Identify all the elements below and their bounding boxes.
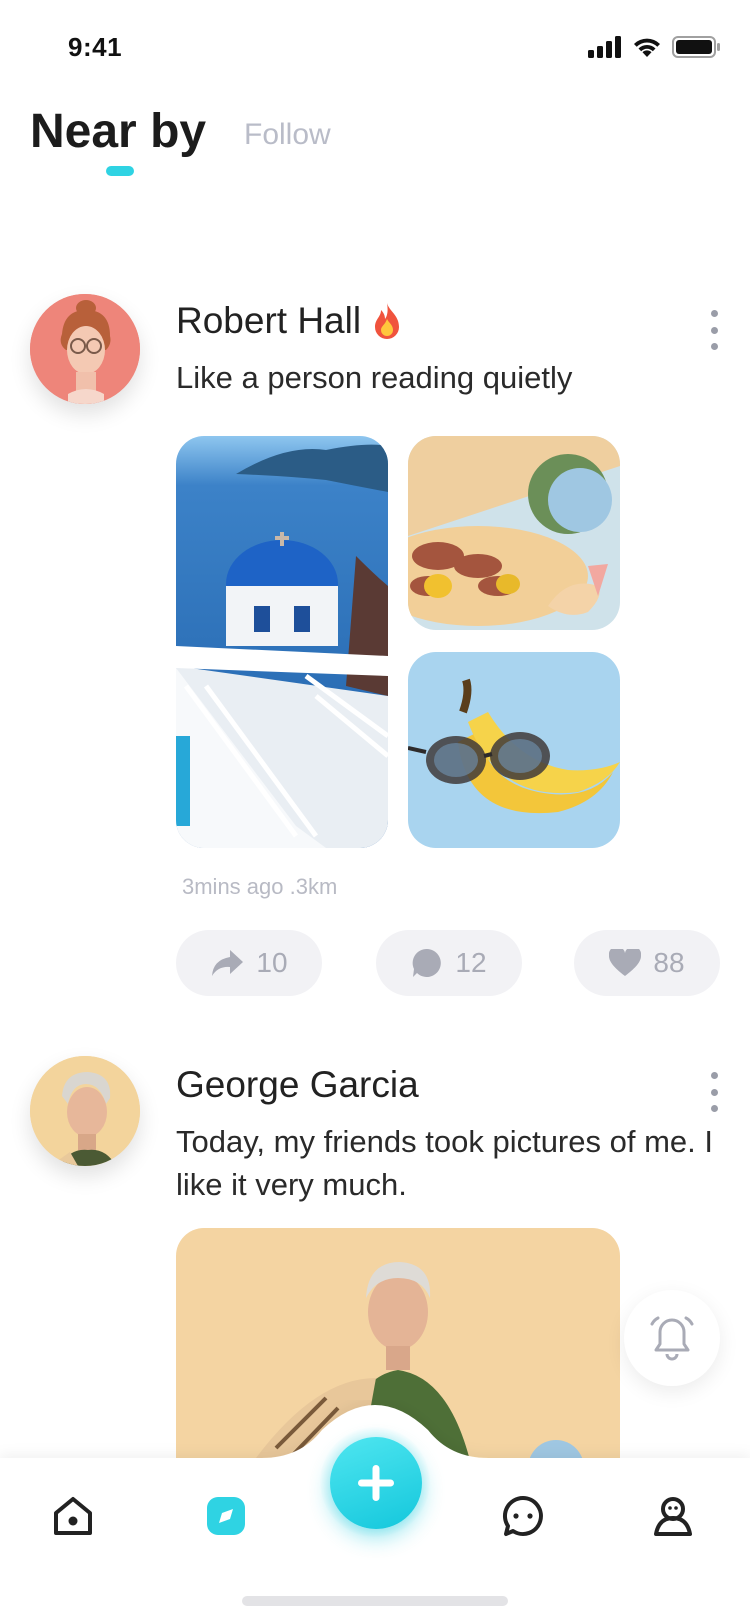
post-photo-banana[interactable] [408, 652, 620, 848]
photo-santorini-image [176, 436, 388, 848]
home-indicator [242, 1596, 508, 1606]
more-icon-dot [710, 1105, 718, 1112]
home-icon [54, 1497, 92, 1535]
more-icon-dot [710, 326, 718, 334]
tab-near-by[interactable]: Near by [30, 104, 206, 159]
more-icon [710, 1072, 718, 1079]
chat-icon [502, 1495, 543, 1536]
comment-button[interactable]: 12 [376, 930, 522, 996]
discover-icon [207, 1497, 245, 1535]
status-bar: 9:41 [0, 0, 750, 94]
like-button[interactable]: 88 [574, 930, 720, 996]
nav-home[interactable] [45, 1488, 101, 1544]
post-text: Today, my friends took pictures of me. I… [176, 1124, 713, 1202]
more-icon [710, 310, 718, 317]
like-count: 88 [653, 947, 685, 978]
heart-icon [609, 949, 642, 976]
comment-icon [413, 948, 442, 977]
notification-button[interactable] [624, 1290, 720, 1386]
create-post-button[interactable] [330, 1437, 422, 1529]
nav-discover[interactable] [198, 1488, 254, 1544]
more-icon-dot [710, 343, 718, 350]
post-username-label: Robert Hall [176, 300, 362, 341]
avatar[interactable] [30, 294, 140, 404]
fire-icon [375, 303, 400, 339]
photo-banana-image [408, 652, 620, 848]
post-meta: 3mins ago .3km [182, 874, 338, 899]
nav-profile[interactable] [645, 1488, 701, 1544]
avatar-image [30, 1056, 140, 1166]
status-icons [588, 36, 720, 58]
share-icon [212, 950, 244, 976]
post-username[interactable]: Robert Hall [176, 300, 405, 342]
tab-follow[interactable]: Follow [244, 118, 331, 152]
post-photo-food[interactable] [408, 436, 620, 630]
post-username[interactable]: George Garcia [176, 1064, 419, 1106]
avatar-image [30, 294, 140, 404]
post-photo-santorini[interactable] [176, 436, 388, 848]
more-icon-dot [710, 1088, 718, 1096]
status-time: 9:41 [68, 32, 123, 62]
signal-icon [588, 36, 621, 58]
nav-chat[interactable] [495, 1488, 551, 1544]
plus-icon [358, 1465, 394, 1501]
more-options-button[interactable] [708, 310, 720, 350]
more-options-button[interactable] [708, 1072, 720, 1112]
wifi-icon [634, 38, 660, 57]
profile-icon [654, 1497, 692, 1536]
photo-food-image [408, 436, 620, 630]
avatar[interactable] [30, 1056, 140, 1166]
comment-count: 12 [455, 947, 487, 978]
share-button[interactable]: 10 [176, 930, 322, 996]
battery-icon [672, 36, 720, 58]
bell-icon [650, 1316, 694, 1361]
active-tab-indicator [106, 166, 134, 176]
post-text: Like a person reading quietly [176, 360, 573, 395]
share-count: 10 [256, 947, 288, 978]
